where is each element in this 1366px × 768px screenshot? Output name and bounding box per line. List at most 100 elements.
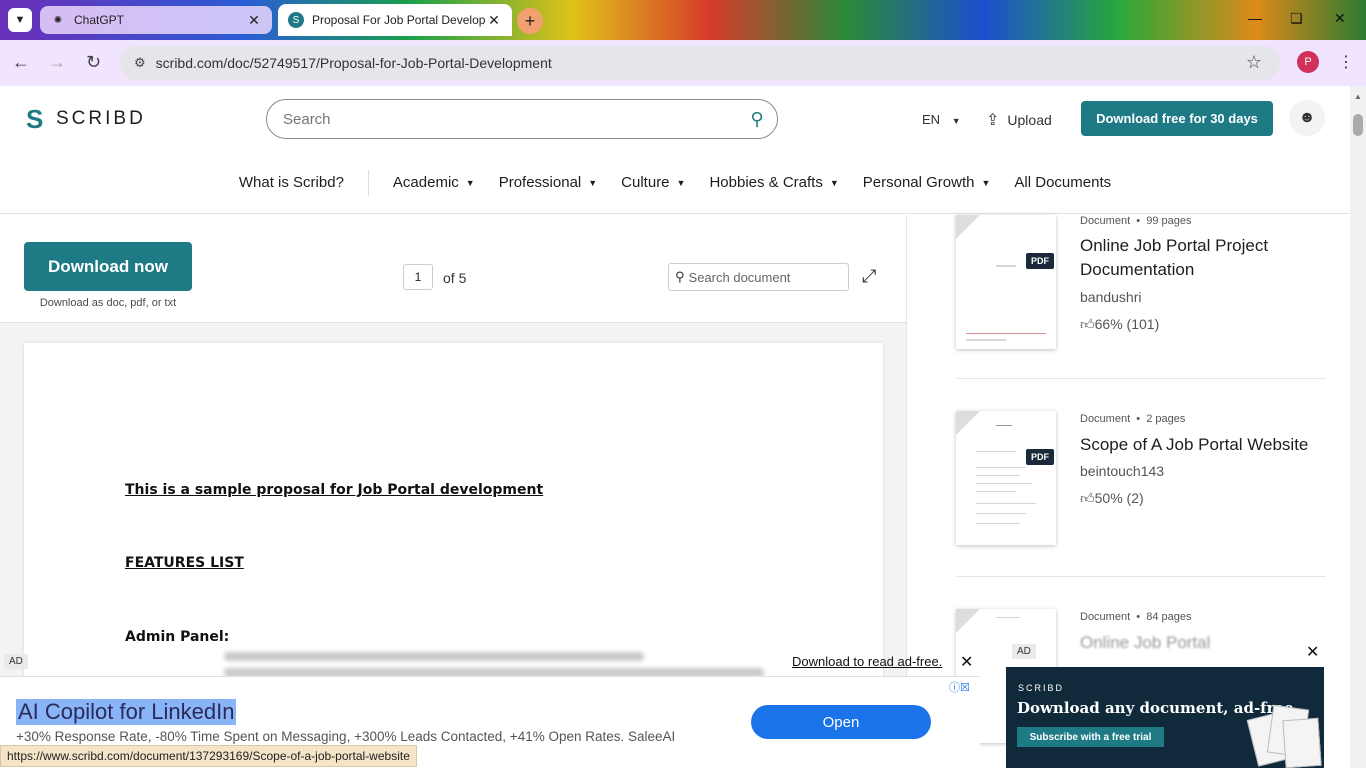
scribd-logo[interactable]: S SCRIBD [26,106,146,132]
nav-academic[interactable]: Academic ▼ [393,174,475,191]
ad-title[interactable]: AI Copilot for LinkedIn [16,699,237,725]
side-promo-ad: AD ✕ SCRIBD Download any document, ad-fr… [1006,640,1324,768]
site-header: S SCRIBD ⚲ EN ▼ ⇪ Upload Download free f… [0,86,1350,152]
document-thumbnail[interactable]: PDF [956,215,1056,349]
subscribe-free-trial-button[interactable]: Subscribe with a free trial [1017,727,1164,747]
nav-what-is-scribd[interactable]: What is Scribd? [239,174,344,191]
nav-label: Academic [392,174,459,191]
thumbs-up-icon: 👍︎ [1080,490,1095,506]
nav-label: What is Scribd? [238,174,344,191]
tab-search-chevron-icon[interactable]: ▼ [8,8,32,32]
download-ad-free-link[interactable]: Download to read ad-free. [792,654,942,669]
chevron-down-icon: ▼ [676,177,686,188]
close-ad-icon[interactable]: ✕ [960,652,973,672]
divider [956,576,1326,577]
chevron-down-icon: ▼ [951,116,961,126]
nav-label: Hobbies & Crafts [709,174,823,191]
nav-label: Culture [621,174,670,191]
page-number-input[interactable]: 1 [403,264,433,290]
chevron-down-icon: ▼ [829,177,839,188]
restore-icon[interactable]: ❏ [1290,10,1303,27]
ad-open-button[interactable]: Open [751,705,931,739]
logo-text: SCRIBD [56,108,146,129]
document-author[interactable]: beintouch143 [1080,463,1164,479]
ad-label: AD [4,654,28,669]
url-field[interactable]: ⚙ scribd.com/doc/52749517/Proposal-for-J… [120,46,1280,80]
scroll-up-arrow-icon[interactable]: ▲ [1354,92,1362,101]
nav-personal-growth[interactable]: Personal Growth ▼ [863,174,991,191]
tab-close-icon[interactable]: ✕ [486,12,502,29]
search-document-input[interactable]: ⚲ Search document [668,263,849,291]
document-rating: 👍︎50% (2) [1080,490,1144,506]
promo-brand: SCRIBD [1018,683,1065,693]
download-formats-text: Download as doc, pdf, or txt [39,297,177,309]
scrollbar-thumb[interactable] [1353,114,1363,136]
nav-label: Professional [498,174,582,191]
new-tab-button[interactable]: + [517,8,543,34]
chevron-down-icon: ▼ [981,177,991,188]
features-heading: FEATURES LIST [125,555,244,571]
nav-professional[interactable]: Professional ▼ [499,174,597,191]
status-bar-url: https://www.scribd.com/document/13729316… [0,745,417,767]
search-icon[interactable]: ⚲ [737,109,777,130]
thumbs-up-icon: 👍︎ [1080,316,1095,332]
scribd-logo-icon: S [26,104,44,134]
nav-all-documents[interactable]: All Documents [1014,174,1111,191]
url-text: scribd.com/doc/52749517/Proposal-for-Job… [155,55,552,71]
search-input[interactable] [283,110,737,128]
document-title[interactable]: Scope of A Job Portal Website [1080,433,1326,457]
page-scrollbar[interactable]: ▲ [1350,86,1366,768]
tab-close-icon[interactable]: ✕ [246,12,262,29]
document-title[interactable]: Online Job Portal Project Documentation [1080,234,1326,282]
tab-title: Proposal For Job Portal Develop [312,13,486,27]
tab-chatgpt[interactable]: ✺ ChatGPT ✕ [40,6,272,34]
tab-title: ChatGPT [74,13,125,27]
close-window-icon[interactable]: ✕ [1334,10,1346,27]
upload-button[interactable]: ⇪ Upload [986,110,1052,130]
nav-hobbies-crafts[interactable]: Hobbies & Crafts ▼ [709,174,838,191]
upload-icon: ⇪ [986,112,1000,129]
language-selector[interactable]: EN ▼ [922,112,961,127]
category-nav: What is Scribd? Academic ▼ Professional ▼ … [0,152,1350,214]
tab-scribd[interactable]: S Proposal For Job Portal Develop ✕ [278,4,512,36]
pdf-badge: PDF [1026,449,1054,465]
reload-icon[interactable]: ↻ [86,52,101,73]
scribd-promo[interactable]: SCRIBD Download any document, ad-free. S… [1006,667,1324,768]
search-document-placeholder: Search document [688,269,791,285]
site-info-icon[interactable]: ⚙ [134,55,146,71]
forward-arrow-icon[interactable]: → [48,52,66,73]
address-bar: ← → ↻ ⚙ scribd.com/doc/52749517/Proposal… [0,40,1366,86]
divider [956,378,1326,379]
ad-info-icon[interactable]: ⓘ☒ [949,679,970,695]
site-search: ⚲ [266,99,778,139]
fullscreen-icon[interactable]: ⤢ [862,266,876,287]
document-meta: Document • 84 pages [1080,611,1192,623]
profile-avatar[interactable]: P [1297,51,1319,73]
chevron-down-icon: ▼ [465,177,475,188]
document-meta: Document • 2 pages [1080,413,1186,425]
minimize-icon[interactable]: — [1248,10,1262,26]
bookmark-star-icon[interactable]: ☆ [1246,52,1262,73]
scribd-favicon-icon: S [288,12,304,28]
ad-label: AD [1012,644,1036,659]
close-ad-icon[interactable]: ✕ [1306,642,1319,662]
pdf-badge: PDF [1026,253,1054,269]
download-free-trial-button[interactable]: Download free for 30 days [1081,101,1273,136]
download-now-button[interactable]: Download now [24,242,192,291]
document-rating: 👍︎66% (101) [1080,316,1160,332]
related-document-card[interactable]: PDF Document • 99 pages Online Job Porta… [956,215,1326,375]
document-author[interactable]: bandushri [1080,289,1142,305]
user-account-icon[interactable]: ☻ [1289,100,1325,136]
related-document-card[interactable]: PDF Document • 2 pages Scope of A Job Po… [956,411,1326,545]
admin-panel-heading: Admin Panel: [125,629,230,645]
page-total: of 5 [443,270,467,286]
chevron-down-icon: ▼ [588,177,598,188]
nav-label: All Documents [1014,174,1112,191]
document-meta: Document • 99 pages [1080,215,1192,227]
back-arrow-icon[interactable]: ← [12,52,30,73]
browser-menu-icon[interactable]: ⋮ [1338,52,1354,72]
document-thumbnail[interactable]: PDF [956,411,1056,545]
nav-label: Personal Growth [862,174,975,191]
nav-culture[interactable]: Culture ▼ [621,174,685,191]
documents-illustration-icon [1242,697,1322,768]
